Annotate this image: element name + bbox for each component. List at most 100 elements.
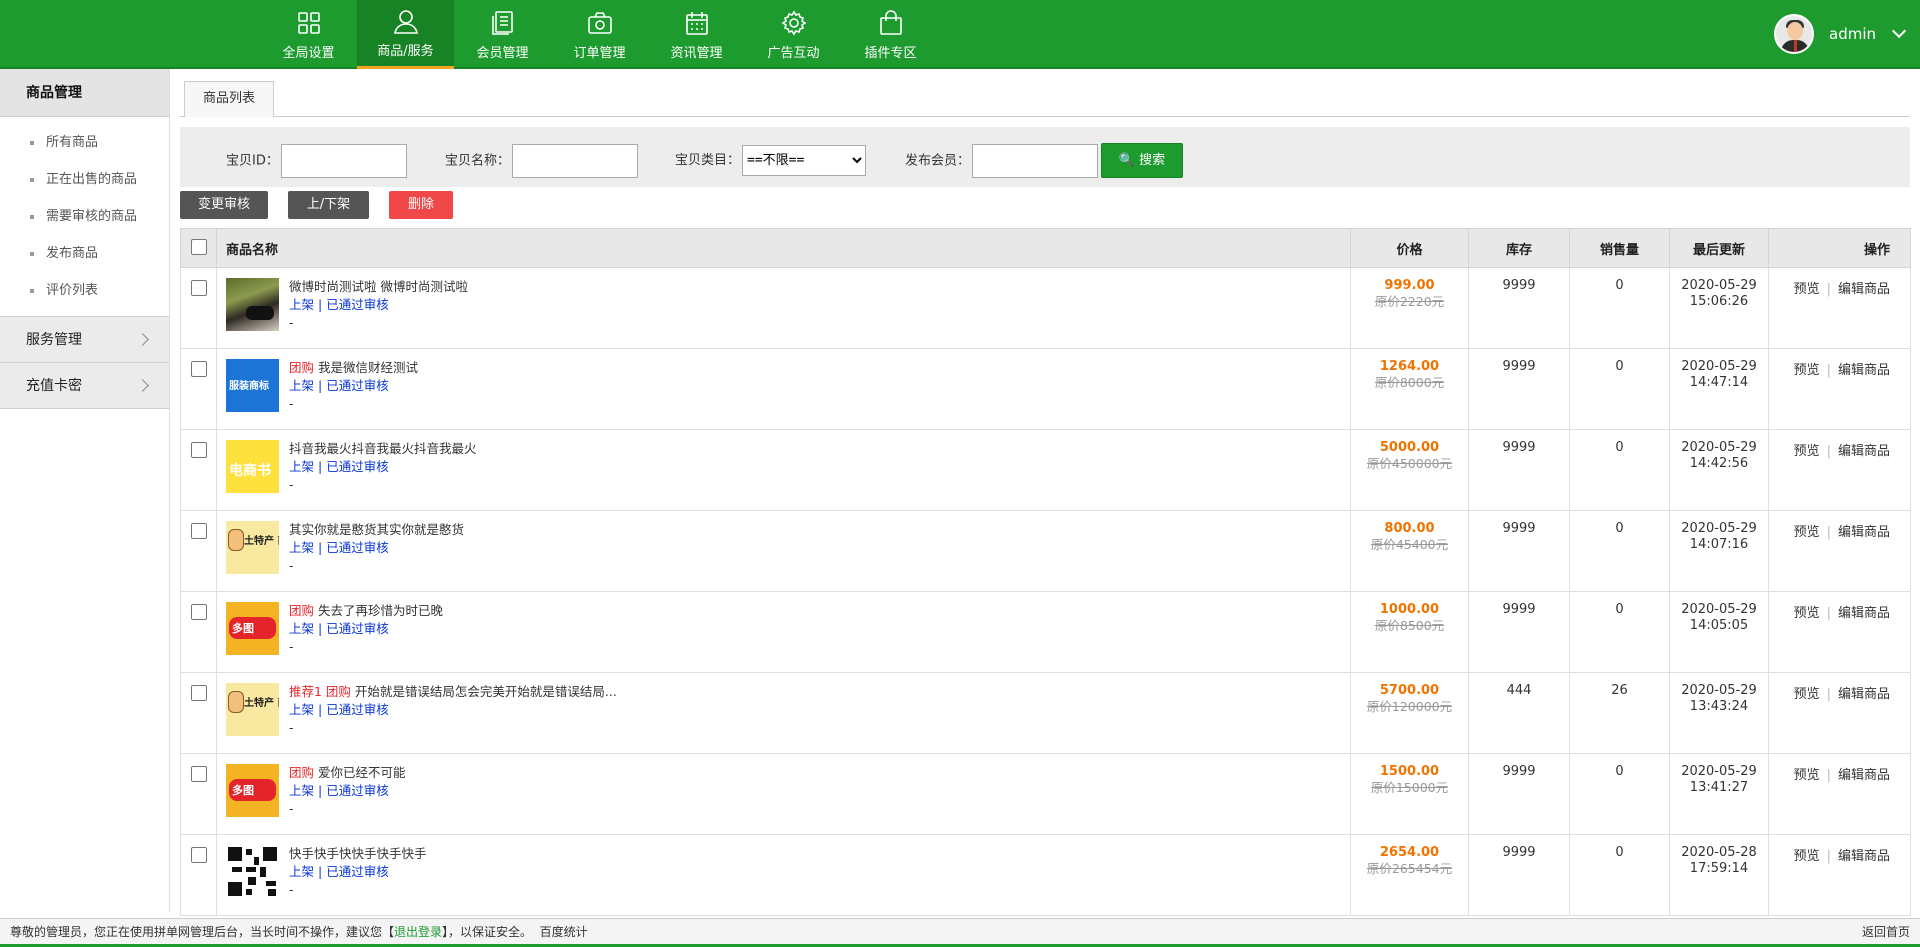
shelf-status-link[interactable]: 上架: [289, 297, 314, 312]
shelf-status-link[interactable]: 上架: [289, 864, 314, 879]
updated-time: 15:06:26: [1689, 294, 1749, 309]
row-checkbox[interactable]: [190, 847, 207, 863]
product-title[interactable]: 我是微信财经测试: [318, 360, 418, 375]
row-select-cell: [180, 834, 217, 916]
shelf-status-link[interactable]: 上架: [289, 783, 314, 798]
preview-link[interactable]: 预览: [1794, 768, 1820, 783]
updated-time: 13:43:24: [1689, 699, 1749, 714]
sidebar-group-recharge-cards[interactable]: 充值卡密: [0, 363, 169, 409]
nav-item-products[interactable]: 商品/服务: [357, 0, 454, 69]
edit-product-link[interactable]: 编辑商品: [1838, 525, 1890, 540]
row-checkbox[interactable]: [190, 766, 207, 782]
product-thumbnail[interactable]: 多图: [226, 764, 279, 817]
review-status-link[interactable]: 已通过审核: [326, 540, 389, 555]
nav-item-news[interactable]: 资讯管理: [648, 0, 745, 69]
product-thumbnail[interactable]: 土特产 商标注: [226, 683, 279, 736]
tab-product-list[interactable]: 商品列表: [184, 81, 275, 118]
sidebar-item-on-sale[interactable]: 正在出售的商品: [0, 161, 169, 198]
updated-cell: 2020-05-29 14:42:56: [1669, 429, 1769, 511]
avatar[interactable]: [1774, 14, 1814, 54]
product-title[interactable]: 失去了再珍惜为时已晚: [318, 603, 443, 618]
nav-item-plugins[interactable]: 插件专区: [842, 0, 939, 69]
row-checkbox[interactable]: [190, 523, 207, 539]
sidebar-item-pending-review[interactable]: 需要审核的商品: [0, 198, 169, 235]
nav-item-global-settings[interactable]: 全局设置: [260, 0, 357, 69]
product-thumbnail[interactable]: 服装商标: [226, 359, 279, 412]
review-status-link[interactable]: 已通过审核: [326, 378, 389, 393]
edit-product-link[interactable]: 编辑商品: [1838, 849, 1890, 864]
edit-product-link[interactable]: 编辑商品: [1838, 687, 1890, 702]
edit-product-link[interactable]: 编辑商品: [1838, 282, 1890, 297]
search-button-label: 搜索: [1139, 153, 1166, 168]
edit-product-link[interactable]: 编辑商品: [1838, 363, 1890, 378]
preview-link[interactable]: 预览: [1794, 525, 1820, 540]
table-header-row: 商品名称 价格 库存 销售量 最后更新 操作: [180, 228, 1911, 268]
shelf-status-link[interactable]: 上架: [289, 459, 314, 474]
price-cell: 800.00 原价45400元: [1350, 510, 1469, 592]
toggle-shelf-button[interactable]: 上/下架: [288, 191, 369, 219]
grid-icon: [297, 11, 320, 34]
select-all-checkbox[interactable]: [190, 239, 207, 255]
product-thumbnail[interactable]: [226, 278, 279, 331]
review-status-link[interactable]: 已通过审核: [326, 864, 389, 879]
edit-product-link[interactable]: 编辑商品: [1838, 444, 1890, 459]
delete-button[interactable]: 删除: [389, 191, 453, 219]
preview-link[interactable]: 预览: [1794, 444, 1820, 459]
nav-item-ads[interactable]: 广告互动: [745, 0, 842, 69]
preview-link[interactable]: 预览: [1794, 282, 1820, 297]
sidebar-item-reviews[interactable]: 评价列表: [0, 272, 169, 309]
row-checkbox[interactable]: [190, 442, 207, 458]
product-thumbnail[interactable]: [226, 845, 279, 898]
category-select[interactable]: ==不限==: [742, 145, 867, 176]
search-name-input[interactable]: [512, 144, 639, 178]
chevron-down-icon[interactable]: [1891, 23, 1907, 39]
preview-link[interactable]: 预览: [1794, 687, 1820, 702]
row-checkbox[interactable]: [190, 280, 207, 296]
product-title[interactable]: 抖音我最火抖音我最火抖音我最火: [289, 441, 477, 456]
back-home-link[interactable]: 返回首页: [1862, 919, 1910, 946]
review-status-link[interactable]: 已通过审核: [326, 702, 389, 717]
nav-item-orders[interactable]: 订单管理: [551, 0, 648, 69]
review-status-link[interactable]: 已通过审核: [326, 783, 389, 798]
product-title[interactable]: 其实你就是憨货其实你就是憨货: [289, 522, 464, 537]
product-thumbnail[interactable]: 土特产 商标注: [226, 521, 279, 574]
shelf-status-link[interactable]: 上架: [289, 540, 314, 555]
product-thumbnail[interactable]: 电商书: [226, 440, 279, 493]
product-thumbnail[interactable]: 多图: [226, 602, 279, 655]
edit-product-link[interactable]: 编辑商品: [1838, 606, 1890, 621]
product-title[interactable]: 快手快手快快手快手快手: [289, 846, 427, 861]
thumb-text: 多图: [232, 784, 254, 797]
preview-link[interactable]: 预览: [1794, 606, 1820, 621]
search-id-input[interactable]: [280, 144, 407, 178]
search-member-input[interactable]: [972, 144, 1099, 178]
preview-link[interactable]: 预览: [1794, 363, 1820, 378]
sales-cell: 0: [1569, 267, 1670, 349]
shelf-status-link[interactable]: 上架: [289, 702, 314, 717]
review-status-link[interactable]: 已通过审核: [326, 297, 389, 312]
product-title[interactable]: 爱你已经不可能: [318, 765, 406, 780]
sidebar-item-publish[interactable]: 发布商品: [0, 235, 169, 272]
nav-item-members[interactable]: 会员管理: [454, 0, 551, 69]
product-cell: 多图 团购 爱你已经不可能 上架 | 已通过审核 -: [216, 753, 1351, 835]
chevron-right-icon: [136, 333, 149, 346]
shelf-status-link[interactable]: 上架: [289, 621, 314, 636]
row-checkbox[interactable]: [190, 685, 207, 701]
review-status-link[interactable]: 已通过审核: [326, 621, 389, 636]
shelf-status-link[interactable]: 上架: [289, 378, 314, 393]
product-title[interactable]: 开始就是错误结局怎会完美开始就是错误结局...: [355, 684, 617, 699]
thumb-text: 服装商标: [229, 381, 269, 392]
change-review-button[interactable]: 变更审核: [180, 191, 268, 219]
review-status-link[interactable]: 已通过审核: [326, 459, 389, 474]
row-checkbox[interactable]: [190, 361, 207, 377]
product-title[interactable]: 微博时尚测试啦 微博时尚测试啦: [289, 279, 468, 294]
preview-link[interactable]: 预览: [1794, 849, 1820, 864]
search-button[interactable]: 🔍 搜索: [1101, 143, 1183, 178]
sidebar-item-all-products[interactable]: 所有商品: [0, 124, 169, 161]
row-checkbox[interactable]: [190, 604, 207, 620]
user-menu[interactable]: admin: [1774, 14, 1907, 54]
sidebar-group-services[interactable]: 服务管理: [0, 317, 169, 363]
edit-product-link[interactable]: 编辑商品: [1838, 768, 1890, 783]
stock-cell: 444: [1468, 672, 1570, 754]
logout-link[interactable]: 退出登录: [394, 925, 442, 939]
product-cell: 多图 团购 失去了再珍惜为时已晚 上架 | 已通过审核 -: [216, 591, 1351, 673]
